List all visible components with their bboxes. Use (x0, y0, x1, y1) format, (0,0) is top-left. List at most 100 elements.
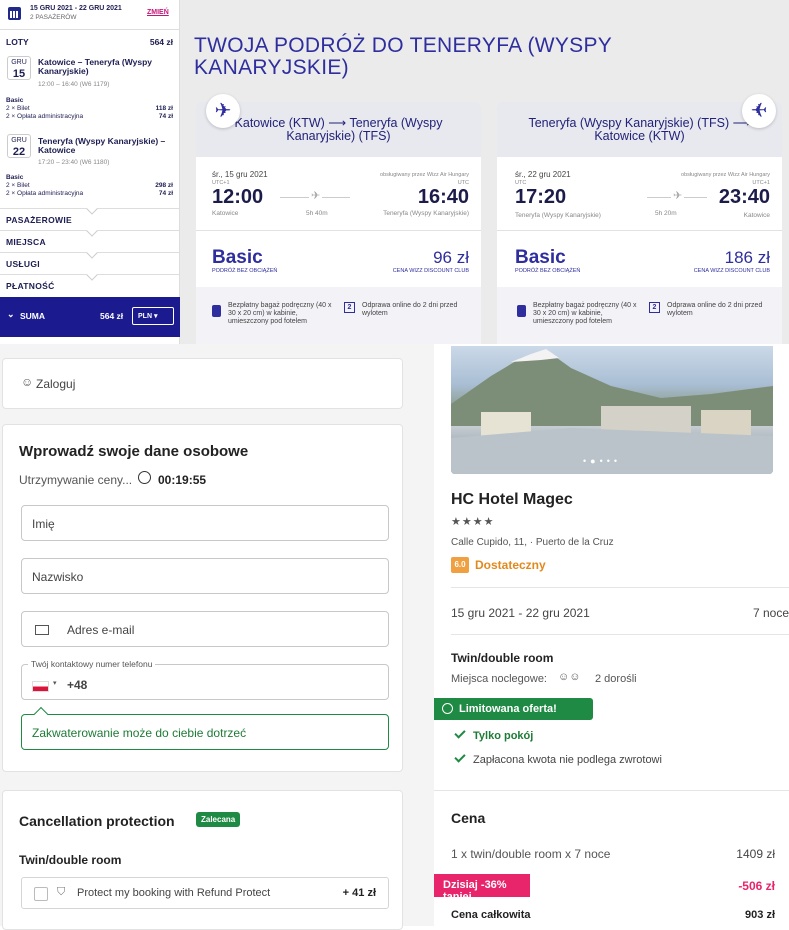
currency-select[interactable]: PLN ▾ (132, 307, 174, 325)
return-price: 186 zł (724, 248, 770, 267)
hotel-stars: ★★★★ (451, 516, 495, 528)
carousel-dots[interactable]: •●••• (583, 456, 621, 466)
outbound-duration: 5h 40m (306, 210, 328, 217)
outbound-dep-city: Katowice (212, 210, 239, 217)
divider (434, 790, 789, 791)
price-line-value: 1409 zł (736, 847, 775, 861)
refund-protect-price: + 41 zł (342, 887, 376, 899)
personal-data-form: Wprowadź swoje dane osobowe Utrzymywanie… (2, 424, 403, 772)
leg1-route: Katowice – Teneryfa (Wyspy Kanaryjskie) (38, 57, 153, 76)
hotel-summary: •●••• HC Hotel Magec ★★★★ Calle Cupido, … (434, 344, 789, 926)
clock-icon (442, 703, 453, 714)
shield-icon: ⛉ (57, 886, 66, 898)
leg2-time: 17:20 – 23:40 (W6 1180) (38, 159, 110, 166)
leg1-fare: Basic (6, 97, 24, 104)
passenger-count: 2 PASAŻERÓW (30, 14, 77, 21)
beds-label: Miejsca noclegowe: (451, 673, 547, 685)
chevron-down-icon[interactable]: ▾ (53, 679, 57, 687)
rating-badge: 6.0 (451, 557, 469, 573)
trip-dates: 15 GRU 2021 - 22 GRU 2021 (30, 5, 122, 12)
phone-prefix: +48 (67, 678, 88, 692)
total-value: 903 zł (745, 909, 775, 921)
return-operator: obsługiwany przez Wizz Air Hungary (681, 172, 770, 178)
leg2-fee: 2 × Opłata administracyjna 74 zł (6, 190, 173, 197)
leg1-time: 12:00 – 16:40 (W6 1179) (38, 81, 110, 88)
divider (451, 634, 789, 635)
checkin-icon: 2 (649, 302, 660, 313)
recommended-badge: Zalecana (196, 812, 241, 827)
guests-count: 2 dorośli (595, 673, 637, 685)
outbound-arr-city: Teneryfa (Wyspy Kanaryjskie) (383, 210, 469, 217)
return-flight-card: ✈ Teneryfa (Wyspy Kanaryjskie) (TFS) ⟶ K… (497, 94, 782, 344)
protection-room: Twin/double room (19, 853, 122, 867)
price-hold-timer: 00:19:55 (158, 473, 207, 487)
leg1-ticket: 2 × Bilet 118 zł (6, 105, 173, 112)
price-title: Cena (451, 810, 486, 826)
return-benefits: Bezpłatny bagaż podręczny (40 x 30 x 20 … (497, 287, 782, 344)
check-icon (454, 751, 466, 763)
poland-flag-icon[interactable] (32, 681, 49, 692)
leg1-fee: 2 × Opłata administracyjna 74 zł (6, 113, 173, 120)
baggage-icon (517, 305, 526, 317)
protection-title: Cancellation protection (19, 813, 175, 829)
hotel-nights: 7 noce (752, 606, 789, 620)
hotel-booking-section: ☺ Zaloguj Wprowadź swoje dane osobowe Ut… (0, 344, 789, 930)
refund-protect-label: Protect my booking with Refund Protect (77, 887, 271, 899)
divider (497, 230, 782, 231)
trip-title: TWOJA PODRÓŻ DO TENERYFA (WYSPY KANARYJS… (194, 34, 612, 79)
mail-icon (35, 625, 49, 635)
last-name-input[interactable]: Nazwisko (21, 558, 389, 594)
refund-protect-checkbox[interactable] (34, 887, 48, 901)
price-line-label: 1 x twin/double room x 7 noce (451, 847, 611, 861)
checkin-icon: 2 (344, 302, 355, 313)
hotel-photo[interactable]: •●••• (451, 346, 773, 474)
return-checkin-info: Odprawa online do 2 dni przed wylotem (667, 302, 763, 317)
outbound-bag-info: Bezpłatny bagaż podręczny (40 x 30 x 20 … (228, 302, 332, 325)
return-duration: 5h 20m (655, 210, 677, 217)
plane-icon: ✈ (309, 189, 323, 202)
login-link[interactable]: Zaloguj (36, 377, 75, 391)
sum-bar[interactable]: ⌄ SUMA 564 zł PLN ▾ (0, 297, 180, 337)
baggage-icon (212, 305, 221, 317)
hint-message: Zakwaterowanie może do ciebie dotrzeć (21, 714, 389, 750)
rating-text: Dostateczny (475, 558, 546, 572)
hotel-dates: 15 gru 2021 - 22 gru 2021 (451, 606, 590, 620)
return-dep-city: Teneryfa (Wyspy Kanaryjskie) (515, 212, 601, 219)
refund-protect-option[interactable]: ⛉ Protect my booking with Refund Protect… (21, 877, 389, 909)
limited-offer-badge: Limitowana oferta! (434, 698, 593, 720)
email-input[interactable]: Adres e-mail (21, 611, 389, 647)
sidebar-header: 15 GRU 2021 - 22 GRU 2021 2 PASAŻERÓW ZM… (0, 0, 179, 30)
feature-room-only: Tylko pokój (454, 727, 533, 742)
return-route: Teneryfa (Wyspy Kanaryjskie) (TFS) ⟶ Kat… (497, 102, 782, 157)
return-arr-time: 23:40 (718, 186, 770, 208)
outbound-flight-card: ✈ Katowice (KTW) ⟶ Teneryfa (Wyspy Kanar… (196, 94, 481, 344)
chevron-down-icon: ⌄ (7, 309, 15, 319)
hotel-name: HC Hotel Magec (451, 491, 573, 508)
outbound-arr-time: 16:40 (417, 186, 469, 208)
leg2-route: Teneryfa (Wyspy Kanaryjskie) – Katowice (38, 136, 166, 155)
leg1-date-box: GRU 15 (7, 56, 31, 80)
outbound-checkin-info: Odprawa online do 2 dni przed wylotem (362, 302, 458, 317)
outbound-dep-time: 12:00 (212, 186, 264, 208)
section-payment[interactable]: PŁATNOŚĆ (0, 274, 180, 296)
leg2-ticket: 2 × Bilet 298 zł (6, 182, 173, 189)
calendar-icon (8, 7, 21, 20)
return-fare-sub: PODRÓŻ BEZ OBCIĄŻEŃ (515, 268, 581, 274)
phone-input[interactable]: Twój kontaktowy numer telefonu ▾ +48 (21, 659, 389, 700)
price-hold-text: Utrzymywanie ceny... (19, 473, 133, 487)
first-name-input[interactable]: Imię (21, 505, 389, 541)
login-panel[interactable]: ☺ Zaloguj (2, 358, 403, 409)
return-price-sub: CENA WIZZ DISCOUNT CLUB (693, 268, 770, 274)
outbound-operator: obsługiwany przez Wizz Air Hungary (380, 172, 469, 178)
flights-label: LOTY 564 zł (6, 37, 173, 47)
discount-value: -506 zł (738, 879, 775, 893)
outbound-price-sub: CENA WIZZ DISCOUNT CLUB (392, 268, 469, 274)
feature-non-refundable: Zapłacona kwota nie podlega zwrotowi (454, 751, 662, 766)
plane-return-icon: ✈ (742, 94, 776, 128)
plane-icon: ✈ (671, 189, 685, 202)
guests-icon: ☺☺ (558, 671, 581, 683)
outbound-price: 96 zł (433, 248, 469, 267)
change-button[interactable]: ZMIEŃ (147, 9, 169, 16)
form-title: Wprowadź swoje dane osobowe (19, 443, 249, 460)
return-dep-time: 17:20 (515, 186, 567, 208)
